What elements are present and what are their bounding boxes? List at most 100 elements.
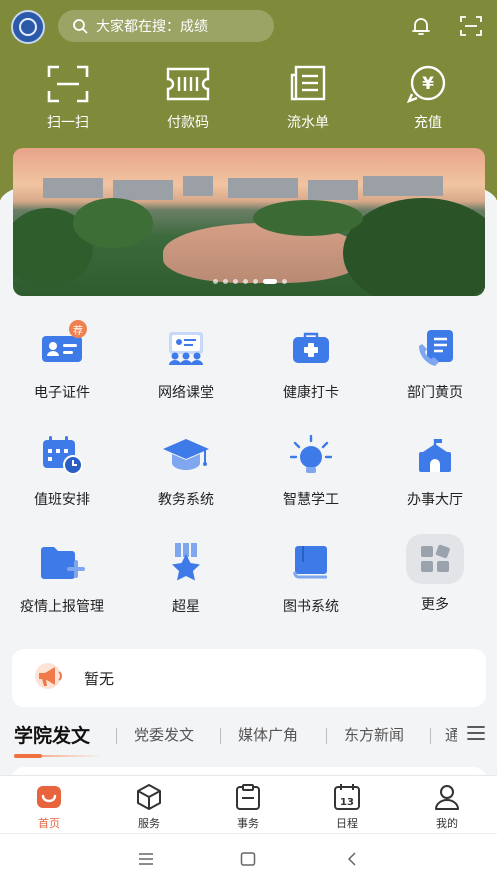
quick-action-recharge[interactable]: ¥ 充值 xyxy=(368,64,488,132)
banner-building xyxy=(228,178,298,198)
home-button-icon[interactable] xyxy=(236,849,260,869)
service-label: 网络课堂 xyxy=(158,385,214,401)
user-icon xyxy=(433,782,461,812)
service-label: 图书系统 xyxy=(283,599,339,615)
pagination-dot[interactable] xyxy=(243,279,248,284)
quick-action-label: 扫一扫 xyxy=(47,115,89,131)
service-health-checkin[interactable]: 健康打卡 xyxy=(249,326,373,402)
pagination-dot[interactable] xyxy=(233,279,238,284)
hall-building-icon xyxy=(410,433,460,477)
more-grid-icon xyxy=(406,534,464,584)
pagination-dot-active[interactable] xyxy=(263,279,277,284)
tab-divider xyxy=(116,728,117,744)
tab-dongfang-news[interactable]: 东方新闻 xyxy=(344,724,404,745)
service-label: 部门黄页 xyxy=(407,385,463,401)
bottom-nav: 首页 服务 事务 13 日程 我的 xyxy=(0,775,497,833)
search-placeholder: 大家都在搜：成绩 xyxy=(96,19,208,35)
quick-action-label: 付款码 xyxy=(167,115,209,131)
school-logo xyxy=(11,10,45,44)
service-label: 教务系统 xyxy=(158,492,214,508)
tab-divider xyxy=(430,728,431,744)
nav-label: 日程 xyxy=(336,817,358,830)
tab-college-announcements[interactable]: 学院发文 xyxy=(14,721,90,748)
recharge-icon: ¥ xyxy=(406,64,450,104)
box-icon xyxy=(135,782,163,812)
nav-home[interactable]: 首页 xyxy=(9,782,89,831)
service-label: 更多 xyxy=(421,597,449,613)
campus-banner[interactable] xyxy=(13,148,485,296)
service-label: 超星 xyxy=(172,599,200,615)
home-icon xyxy=(35,782,63,812)
tab-truncated[interactable]: 通 xyxy=(445,724,457,745)
health-kit-icon xyxy=(286,326,336,370)
statement-icon xyxy=(288,64,328,104)
recent-apps-icon[interactable] xyxy=(134,849,158,869)
service-phone-book[interactable]: 部门黄页 xyxy=(373,326,497,402)
nav-schedule[interactable]: 13 日程 xyxy=(307,782,387,831)
tab-divider xyxy=(326,728,327,744)
notice-bar[interactable]: 暂无 xyxy=(12,649,486,707)
nav-label: 服务 xyxy=(138,817,160,830)
service-label: 值班安排 xyxy=(34,492,90,508)
nav-affairs[interactable]: 事务 xyxy=(208,782,288,831)
online-class-icon xyxy=(161,326,211,370)
pagination-dot[interactable] xyxy=(213,279,218,284)
service-duty-schedule[interactable]: 值班安排 xyxy=(0,433,124,509)
active-tab-indicator xyxy=(14,754,42,758)
nav-services[interactable]: 服务 xyxy=(109,782,189,831)
duty-calendar-icon xyxy=(37,433,87,477)
quick-action-statement[interactable]: 流水单 xyxy=(248,64,368,132)
payment-code-icon xyxy=(166,64,210,104)
back-icon[interactable] xyxy=(340,849,364,869)
search-bar[interactable]: 大家都在搜：成绩 xyxy=(58,10,274,42)
banner-building xyxy=(183,176,213,196)
bell-icon[interactable] xyxy=(406,11,436,41)
id-card-icon: 荐 xyxy=(37,320,87,370)
svg-text:¥: ¥ xyxy=(422,74,434,94)
service-service-hall[interactable]: 办事大厅 xyxy=(373,433,497,509)
service-library[interactable]: 图书系统 xyxy=(249,540,373,616)
svg-text:13: 13 xyxy=(340,797,354,808)
menu-icon[interactable] xyxy=(467,725,485,745)
service-e-id[interactable]: 荐 电子证件 xyxy=(0,320,124,402)
quick-action-payment-code[interactable]: 付款码 xyxy=(128,64,248,132)
book-icon xyxy=(286,540,336,584)
service-chaoxing[interactable]: 超星 xyxy=(124,540,248,616)
service-epidemic-report[interactable]: 疫情上报管理 xyxy=(0,540,124,616)
pagination-dot[interactable] xyxy=(253,279,258,284)
tab-divider xyxy=(220,728,221,744)
notice-text: 暂无 xyxy=(84,669,115,688)
service-online-class[interactable]: 网络课堂 xyxy=(124,326,248,402)
banner-building xyxy=(308,180,358,200)
nav-me[interactable]: 我的 xyxy=(407,782,487,831)
top-bar: 大家都在搜：成绩 xyxy=(0,0,497,52)
quick-action-label: 流水单 xyxy=(287,115,329,131)
banner-tree xyxy=(253,200,363,236)
banner-building xyxy=(363,176,443,196)
search-icon xyxy=(73,19,88,34)
nav-label: 首页 xyxy=(38,817,60,830)
quick-actions: 扫一扫 付款码 流水单 ¥ 充值 xyxy=(0,64,497,134)
tab-party-committee[interactable]: 党委发文 xyxy=(134,724,194,745)
service-smart-affairs[interactable]: 智慧学工 xyxy=(249,433,373,509)
service-academic-system[interactable]: 教务系统 xyxy=(124,433,248,509)
folder-add-icon xyxy=(37,540,87,584)
pagination-dot[interactable] xyxy=(282,279,287,284)
tab-media[interactable]: 媒体广角 xyxy=(238,724,298,745)
news-tabs: 学院发文 党委发文 媒体广角 东方新闻 通 xyxy=(0,718,497,758)
clipboard-icon xyxy=(235,782,261,812)
megaphone-icon xyxy=(34,662,66,694)
active-tab-indicator-fade xyxy=(42,755,102,757)
banner-building xyxy=(43,178,103,198)
service-label: 办事大厅 xyxy=(407,492,463,508)
scan-icon[interactable] xyxy=(456,11,486,41)
quick-action-scan[interactable]: 扫一扫 xyxy=(8,64,128,132)
graduation-cap-icon xyxy=(161,433,211,477)
recommend-badge: 荐 xyxy=(69,320,87,338)
service-label: 智慧学工 xyxy=(283,492,339,508)
system-nav-bar xyxy=(0,833,497,883)
phone-book-icon xyxy=(410,326,460,370)
service-more[interactable]: 更多 xyxy=(373,534,497,614)
star-ribbon-icon xyxy=(161,540,211,584)
pagination-dot[interactable] xyxy=(223,279,228,284)
